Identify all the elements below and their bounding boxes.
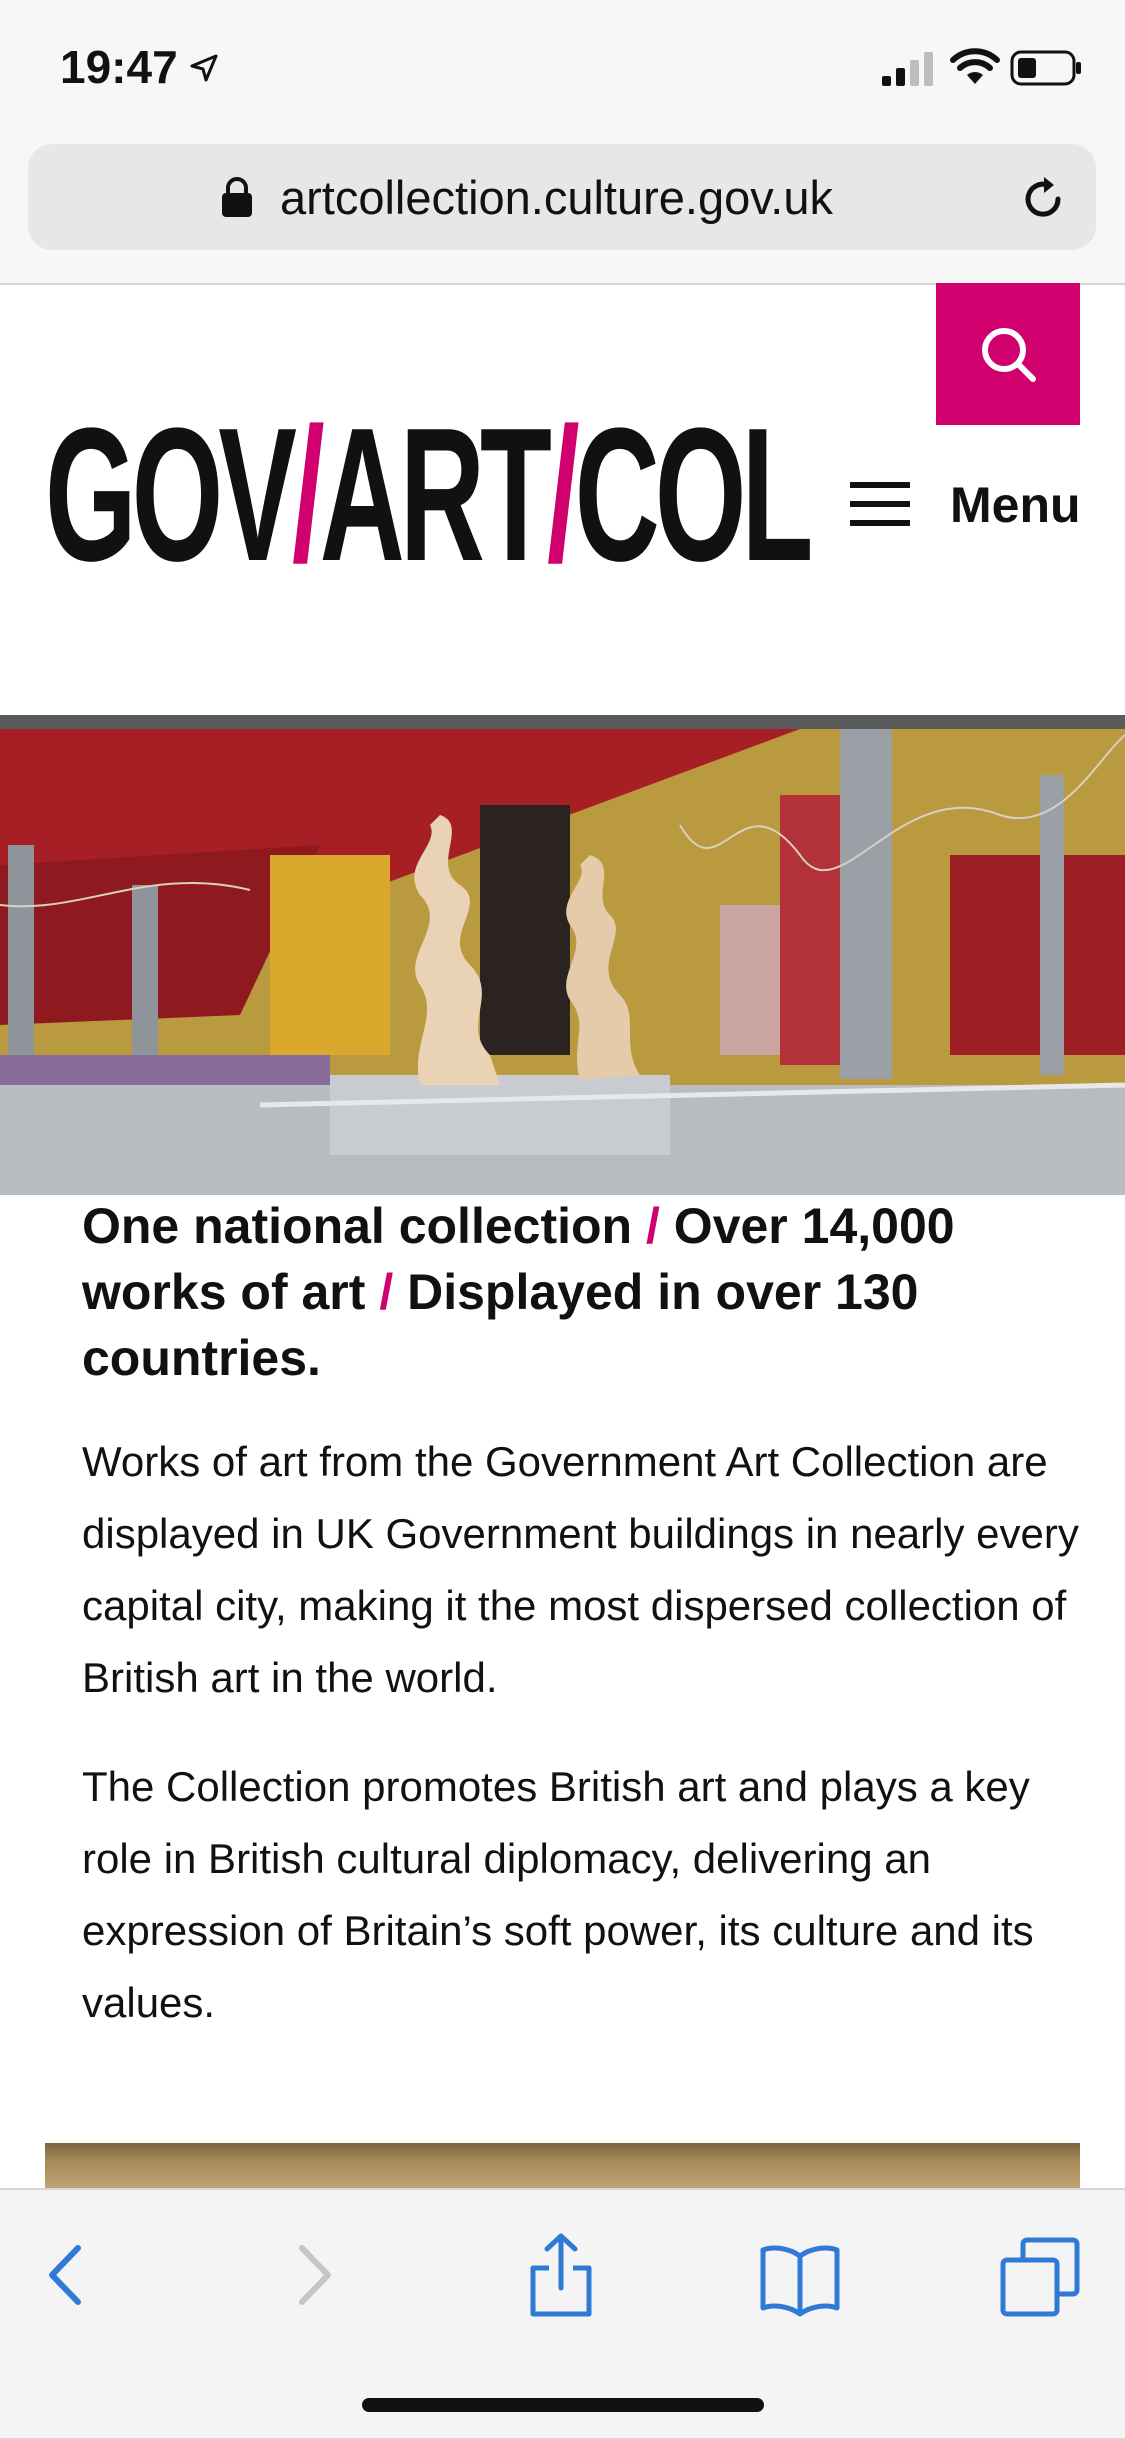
hamburger-icon bbox=[850, 482, 910, 526]
status-time: 19:47 bbox=[60, 41, 178, 93]
bookmarks-icon[interactable] bbox=[755, 2230, 845, 2320]
intro-paragraph-2: The Collection promotes British art and … bbox=[82, 1763, 1034, 2026]
hero-image bbox=[0, 715, 1125, 1195]
logo-separator: / bbox=[291, 389, 325, 601]
share-icon[interactable] bbox=[516, 2230, 606, 2320]
logo-text-col: COL bbox=[574, 389, 814, 601]
battery-icon bbox=[1010, 50, 1081, 86]
search-icon bbox=[982, 328, 1036, 382]
home-indicator[interactable] bbox=[362, 2398, 764, 2412]
headline-part-1: One national collection bbox=[82, 1198, 633, 1254]
tabs-icon[interactable] bbox=[995, 2230, 1085, 2320]
forward-icon bbox=[299, 2245, 331, 2305]
menu-button[interactable]: Menu bbox=[850, 470, 1081, 540]
back-icon[interactable] bbox=[20, 2230, 110, 2320]
cellular-signal-icon bbox=[882, 52, 933, 86]
logo-text-art: ART bbox=[319, 389, 552, 601]
search-button[interactable] bbox=[936, 283, 1080, 425]
logo-separator: / bbox=[546, 389, 580, 601]
menu-label: Menu bbox=[950, 477, 1081, 533]
reload-icon[interactable] bbox=[1018, 174, 1068, 224]
headline-separator: / bbox=[645, 1198, 660, 1254]
location-arrow-icon bbox=[190, 54, 218, 82]
browser-address-area: artcollection.culture.gov.uk bbox=[0, 140, 1125, 285]
headline-separator: / bbox=[379, 1264, 394, 1320]
next-section-image bbox=[45, 2143, 1080, 2188]
wifi-icon bbox=[950, 48, 1000, 84]
status-bar: 19:47 bbox=[0, 0, 1125, 140]
logo-text-gov: GOV bbox=[45, 389, 297, 601]
intro-headline: One national collection / Over 14,000 wo… bbox=[82, 1193, 1082, 1391]
address-bar[interactable]: artcollection.culture.gov.uk bbox=[28, 144, 1096, 250]
lock-icon bbox=[222, 177, 252, 217]
url-text: artcollection.culture.gov.uk bbox=[280, 171, 833, 224]
intro-paragraph-1: Works of art from the Government Art Col… bbox=[82, 1438, 1079, 1701]
